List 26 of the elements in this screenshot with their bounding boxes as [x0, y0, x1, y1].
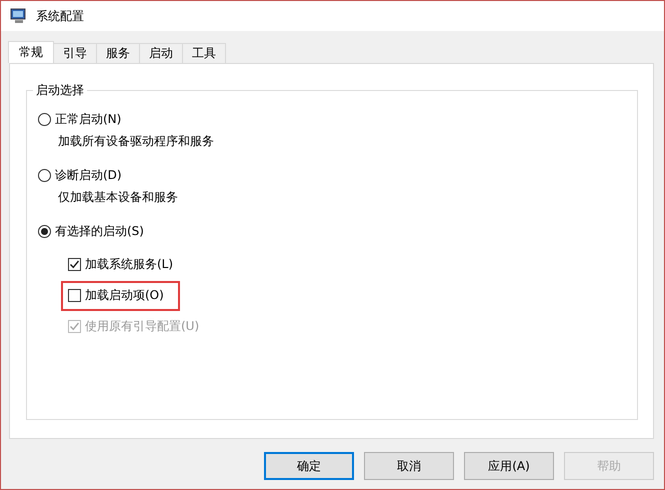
radio-option[interactable]: 正常启动(N) — [38, 108, 122, 130]
radio-button[interactable] — [38, 168, 51, 182]
dialog-button[interactable]: 取消 — [364, 452, 454, 480]
monitor-icon — [10, 8, 28, 24]
group-title: 启动选择 — [33, 82, 87, 99]
radio-option[interactable]: 有选择的启动(S) — [38, 220, 144, 242]
option-label: 正常启动(N) — [55, 110, 122, 128]
radio-button[interactable] — [38, 112, 51, 126]
checkbox[interactable] — [68, 289, 81, 302]
checkbox-option[interactable]: 加载系统服务(L) — [61, 250, 190, 280]
checkbox[interactable] — [68, 258, 81, 271]
dialog-button[interactable]: 应用(A) — [464, 452, 554, 480]
checkbox-option[interactable]: 加载启动项(O) — [61, 280, 180, 310]
dialog-button[interactable]: 确定 — [264, 452, 354, 480]
checkbox-label: 加载启动项(O) — [85, 287, 164, 304]
checkbox-label: 使用原有引导配置(U) — [85, 318, 200, 335]
option-label: 有选择的启动(S) — [55, 222, 144, 240]
checkbox-label: 加载系统服务(L) — [85, 256, 174, 273]
window-title: 系统配置 — [36, 8, 84, 24]
option-description: 仅加载基本设备和服务 — [58, 189, 179, 206]
tab[interactable]: 工具 — [182, 43, 226, 63]
radio-button[interactable] — [38, 224, 51, 238]
option-description: 加载所有设备驱动程序和服务 — [58, 133, 215, 150]
tab[interactable]: 常规 — [8, 41, 54, 63]
radio-option[interactable]: 诊断启动(D) — [38, 164, 122, 186]
option-label: 诊断启动(D) — [55, 166, 122, 184]
